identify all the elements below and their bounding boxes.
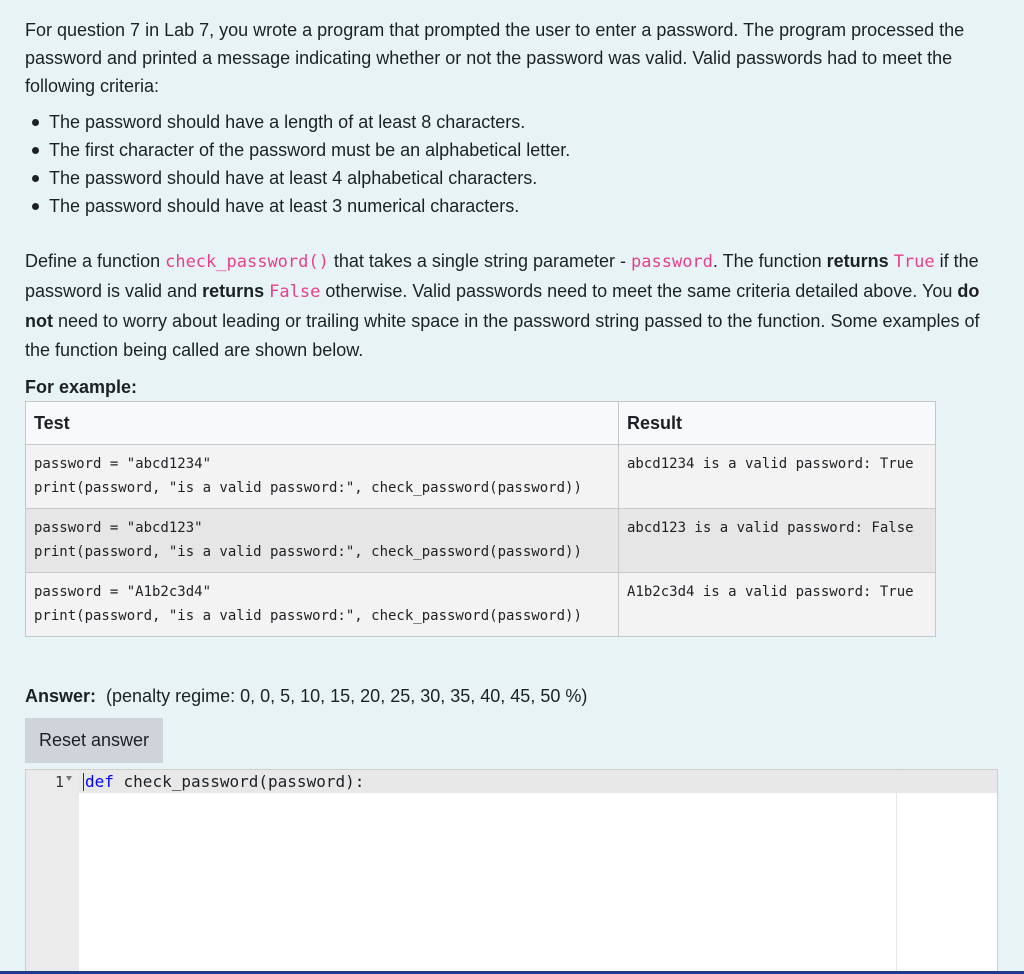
param-name-code: password xyxy=(631,252,713,272)
header-result: Result xyxy=(618,401,936,445)
result-cell: A1b2c3d4 is a valid password: True xyxy=(618,572,936,637)
code-text: check_password(password): xyxy=(113,772,365,791)
result-cell: abcd1234 is a valid password: True xyxy=(618,444,936,509)
define-text: Define a function xyxy=(25,251,166,271)
test-code-cell: password = "A1b2c3d4" print(password, "i… xyxy=(25,572,619,637)
penalty-regime: (penalty regime: 0, 0, 5, 10, 15, 20, 25… xyxy=(106,686,588,706)
define-text: need to worry about leading or trailing … xyxy=(25,311,980,360)
returns-bold: returns xyxy=(826,251,889,271)
criteria-item: The password should have at least 4 alph… xyxy=(32,164,1000,192)
function-name-code: check_password() xyxy=(165,252,329,272)
print-margin xyxy=(896,770,897,973)
fold-arrow-icon[interactable] xyxy=(66,776,72,781)
table-row: password = "A1b2c3d4" print(password, "i… xyxy=(25,572,936,637)
answer-label: Answer: xyxy=(25,686,97,706)
for-example-heading: For example: xyxy=(25,377,138,397)
false-code: False xyxy=(269,282,321,302)
code-editor[interactable]: 1 def check_password(password): xyxy=(25,769,998,974)
returns-bold: returns xyxy=(202,281,265,301)
table-row: password = "abcd1234" print(password, "i… xyxy=(25,444,936,509)
criteria-item: The password should have a length of at … xyxy=(32,108,1000,136)
text-cursor xyxy=(83,773,84,791)
test-code-cell: password = "abcd123" print(password, "is… xyxy=(25,508,619,573)
answer-heading: Answer: (penalty regime: 0, 0, 5, 10, 15… xyxy=(25,683,587,709)
criteria-item: The password should have at least 3 nume… xyxy=(32,192,1000,220)
function-definition-text: Define a function check_password() that … xyxy=(25,247,1000,365)
line-number: 1 xyxy=(54,773,64,791)
question-intro: For question 7 in Lab 7, you wrote a pro… xyxy=(25,20,965,96)
reset-answer-button[interactable]: Reset answer xyxy=(25,718,163,763)
true-code: True xyxy=(893,252,935,272)
define-text: otherwise. Valid passwords need to meet … xyxy=(320,281,958,301)
table-row: password = "abcd123" print(password, "is… xyxy=(25,508,936,573)
header-test: Test xyxy=(25,401,619,445)
define-text: . The function xyxy=(712,251,827,271)
criteria-list: The password should have a length of at … xyxy=(25,108,1000,220)
test-code-cell: password = "abcd1234" print(password, "i… xyxy=(25,444,619,509)
def-keyword: def xyxy=(85,772,114,791)
result-cell: abcd123 is a valid password: False xyxy=(618,508,936,573)
define-text: that takes a single string parameter - xyxy=(328,251,632,271)
examples-table: Test Result password = "abcd1234" print(… xyxy=(25,401,936,637)
table-header-row: Test Result xyxy=(25,401,936,445)
code-line[interactable]: def check_password(password): xyxy=(85,771,364,793)
editor-gutter xyxy=(26,770,79,973)
question-text: For question 7 in Lab 7, you wrote a pro… xyxy=(25,14,1000,401)
criteria-item: The first character of the password must… xyxy=(32,136,1000,164)
